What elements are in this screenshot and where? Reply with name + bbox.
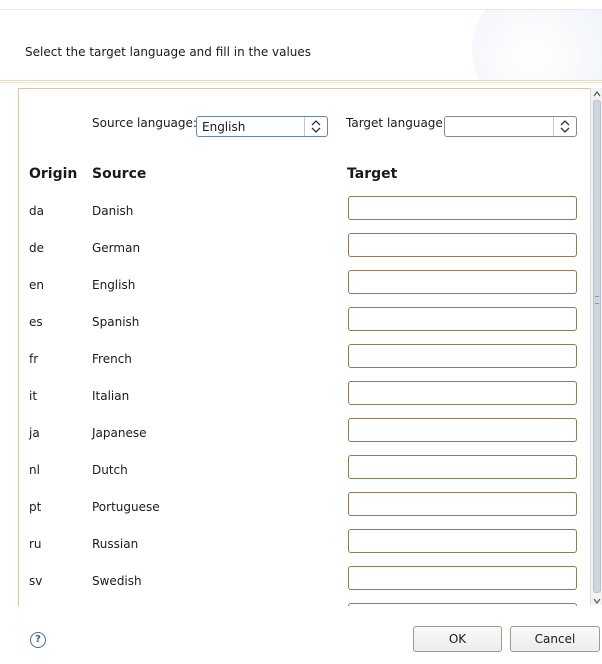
origin-code: ja bbox=[29, 426, 40, 440]
target-input[interactable] bbox=[348, 492, 577, 516]
source-name: Portuguese bbox=[92, 500, 160, 514]
table-row: da Danish bbox=[19, 196, 591, 224]
ok-button[interactable]: OK bbox=[413, 626, 502, 652]
source-language-value: English bbox=[202, 120, 246, 134]
table-row: it Italian bbox=[19, 381, 591, 409]
column-header-source: Source bbox=[92, 166, 147, 182]
target-input[interactable] bbox=[348, 307, 577, 331]
dialog-footer: ? OK Cancel bbox=[0, 606, 602, 664]
target-input[interactable] bbox=[348, 455, 577, 479]
scroll-up-icon[interactable] bbox=[592, 88, 602, 98]
target-input[interactable] bbox=[348, 270, 577, 294]
header-decoration bbox=[472, 10, 602, 80]
origin-code: nl bbox=[29, 463, 40, 477]
origin-code: it bbox=[29, 389, 38, 403]
table-row: es Spanish bbox=[19, 307, 591, 335]
source-name: French bbox=[92, 352, 132, 366]
source-language-combo[interactable]: English bbox=[196, 116, 328, 137]
origin-code: sv bbox=[29, 574, 43, 588]
column-header-target: Target bbox=[347, 166, 398, 182]
header-message: Select the target language and fill in t… bbox=[25, 45, 312, 59]
table-row: fr French bbox=[19, 344, 591, 372]
origin-code: pt bbox=[29, 500, 42, 514]
origin-code: da bbox=[29, 204, 44, 218]
table-row: en English bbox=[19, 270, 591, 298]
target-language-label: Target language: bbox=[346, 116, 447, 130]
source-name: Italian bbox=[92, 389, 130, 403]
source-name: Swedish bbox=[92, 574, 142, 588]
origin-code: en bbox=[29, 278, 44, 292]
vertical-scrollbar[interactable] bbox=[590, 88, 602, 605]
source-language-label: Source language: bbox=[92, 116, 197, 130]
up-down-arrows-icon bbox=[553, 117, 576, 136]
cancel-button[interactable]: Cancel bbox=[510, 626, 600, 652]
source-name: Danish bbox=[92, 204, 134, 218]
origin-code: es bbox=[29, 315, 43, 329]
target-input[interactable] bbox=[348, 233, 577, 257]
table-row: ru Russian bbox=[19, 529, 591, 557]
source-name: Spanish bbox=[92, 315, 140, 329]
table-row: sv Swedish bbox=[19, 566, 591, 594]
source-name: German bbox=[92, 241, 141, 255]
origin-code: de bbox=[29, 241, 44, 255]
header-separator-inner bbox=[0, 82, 602, 83]
source-name: Dutch bbox=[92, 463, 128, 477]
target-input[interactable] bbox=[348, 418, 577, 442]
scrollbar-thumb[interactable] bbox=[593, 100, 601, 593]
origin-code: fr bbox=[29, 352, 39, 366]
origin-code: ru bbox=[29, 537, 42, 551]
scroll-down-icon[interactable] bbox=[592, 595, 602, 605]
target-input[interactable] bbox=[348, 196, 577, 220]
target-input[interactable] bbox=[348, 566, 577, 590]
target-input[interactable] bbox=[348, 381, 577, 405]
grip-icon bbox=[595, 296, 599, 304]
table-row: nl Dutch bbox=[19, 455, 591, 483]
source-name: Japanese bbox=[92, 426, 147, 440]
column-header-origin: Origin bbox=[29, 166, 78, 182]
translation-panel: Source language: English Target language… bbox=[18, 88, 591, 607]
help-icon[interactable]: ? bbox=[30, 632, 46, 648]
up-down-arrows-icon bbox=[304, 117, 327, 136]
target-input[interactable] bbox=[348, 529, 577, 553]
target-input[interactable] bbox=[348, 344, 577, 368]
table-row: ja Japanese bbox=[19, 418, 591, 446]
source-name: Russian bbox=[92, 537, 139, 551]
window-top-edge bbox=[0, 0, 602, 10]
header-separator bbox=[0, 80, 602, 81]
table-row: pt Portuguese bbox=[19, 492, 591, 520]
source-name: English bbox=[92, 278, 136, 292]
table-row: de German bbox=[19, 233, 591, 261]
dialog-header: Select the target language and fill in t… bbox=[0, 10, 602, 80]
target-language-combo[interactable] bbox=[444, 116, 577, 137]
